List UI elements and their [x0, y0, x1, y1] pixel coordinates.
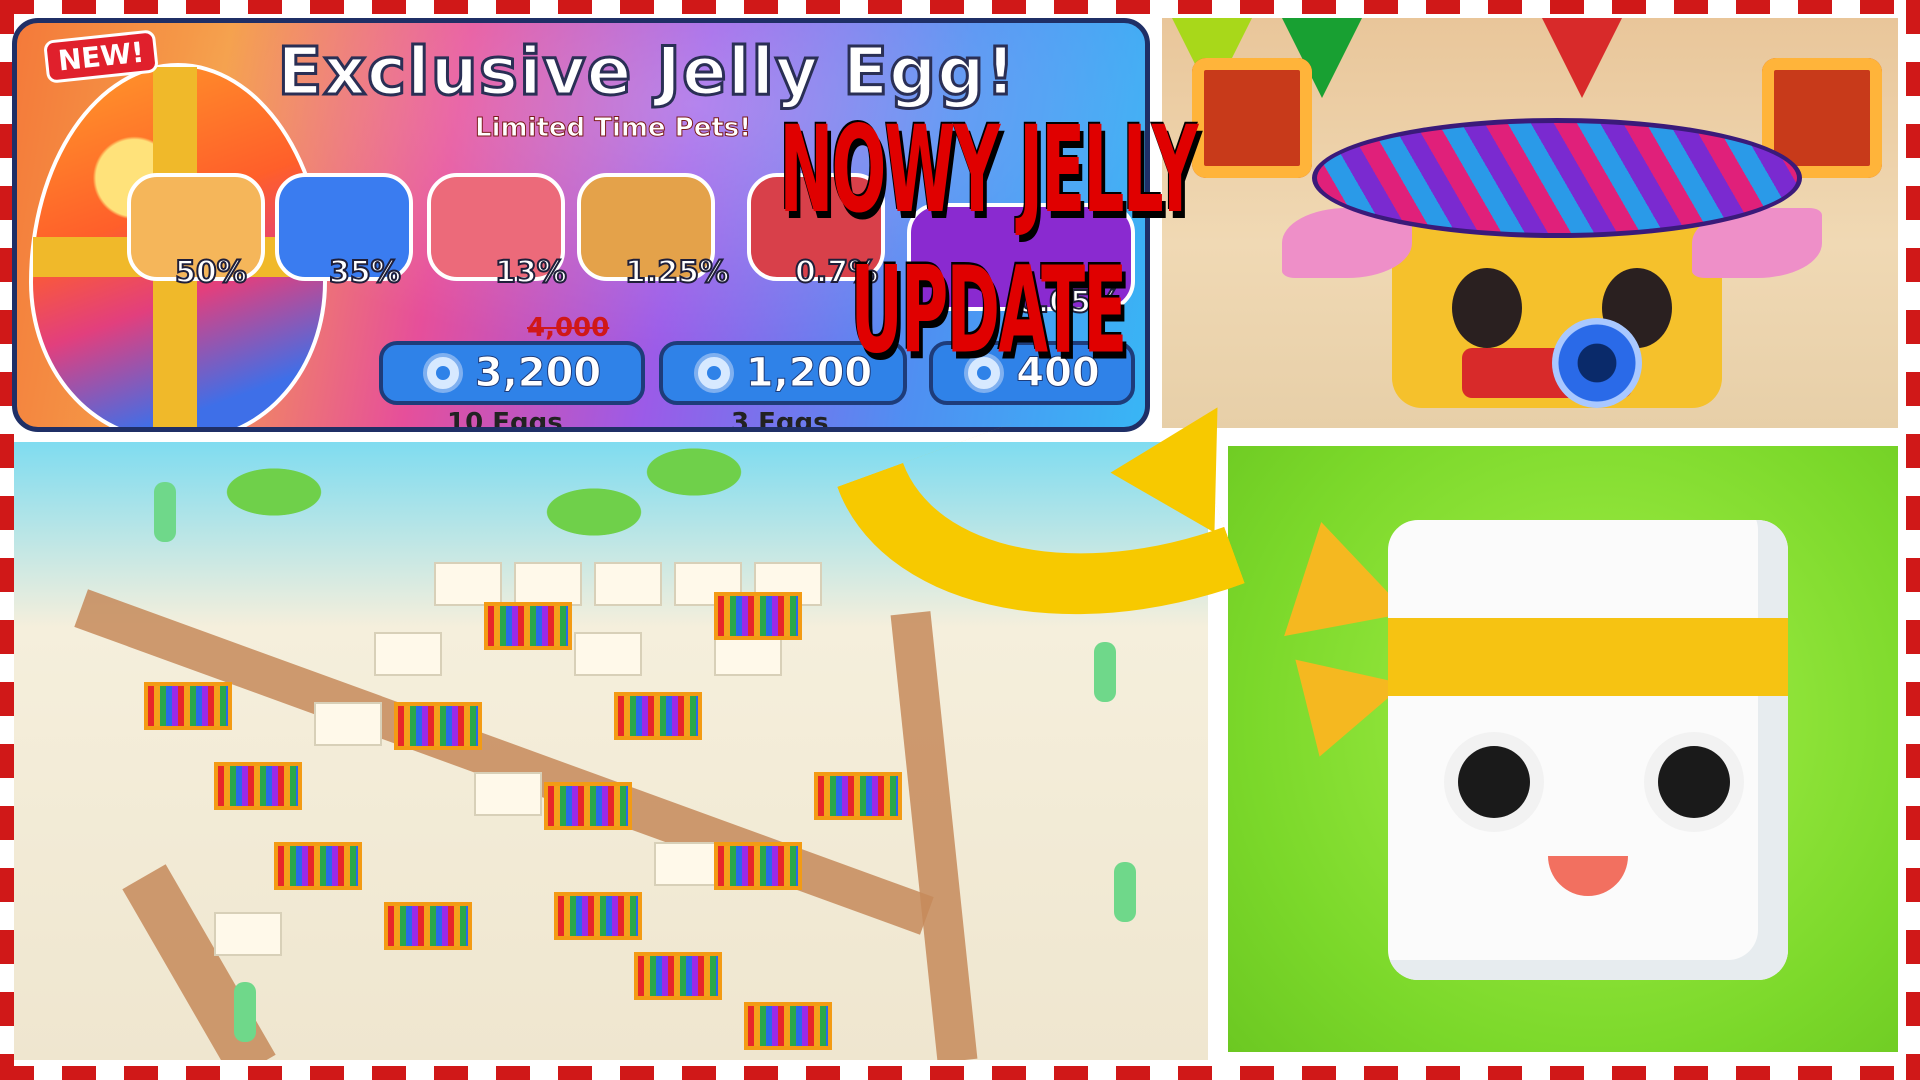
bunting-flag: [1542, 18, 1622, 98]
serape-rug: [634, 952, 722, 1000]
serape-rug: [394, 702, 482, 750]
buy-10-eggs-button[interactable]: 3,200: [379, 341, 645, 405]
headline-title: NOWY JELLY UPDATE: [779, 99, 1198, 381]
serape-rug: [274, 842, 362, 890]
serape-rug: [144, 682, 232, 730]
cactus: [234, 982, 256, 1042]
frame-top-border: [0, 0, 1920, 14]
white-cube-pet: [1388, 520, 1788, 980]
cactus: [154, 482, 176, 542]
sand-tile: [474, 772, 542, 816]
trumpet-icon: [1552, 318, 1642, 408]
serape-rug: [744, 1002, 832, 1050]
palm-tree: [534, 482, 654, 542]
frame-right-border: [1906, 0, 1920, 1080]
palm-tree: [214, 462, 334, 522]
cube-pet-scene: [1228, 446, 1898, 1052]
price-value: 3,200: [474, 350, 602, 397]
pet-chance-1: 50%: [174, 254, 248, 291]
pet-eye: [1458, 746, 1530, 818]
dirt-path: [890, 611, 978, 1060]
egg-count-label-3: 3 Eggs: [731, 408, 829, 432]
serape-rug: [714, 592, 802, 640]
old-price: 4,000: [527, 313, 610, 343]
offer-title: Exclusive Jelly Egg!: [276, 32, 1017, 112]
serape-rug: [544, 782, 632, 830]
serape-rug: [814, 772, 902, 820]
sand-tile: [654, 842, 722, 886]
pet-eye: [1658, 746, 1730, 818]
pet-eye: [1452, 268, 1522, 348]
serape-rug: [484, 602, 572, 650]
sand-tile: [434, 562, 502, 606]
sand-tile: [374, 632, 442, 676]
cactus: [1094, 642, 1116, 702]
sand-tile: [314, 702, 382, 746]
serape-rug: [714, 842, 802, 890]
pet-chance-3: 13%: [494, 254, 568, 291]
sand-tile: [594, 562, 662, 606]
diamond-coin-icon: [422, 353, 463, 393]
serape-rug: [614, 692, 702, 740]
serape-rug: [554, 892, 642, 940]
egg-count-label-10: 10 Eggs: [447, 408, 563, 432]
pet-chance-2: 35%: [328, 254, 402, 291]
cactus: [1114, 862, 1136, 922]
sand-tile: [574, 632, 642, 676]
serape-rug: [384, 902, 472, 950]
yellow-headband: [1388, 618, 1788, 696]
serape-rug: [214, 762, 302, 810]
sombrero-hat: [1312, 118, 1802, 238]
sand-tile: [214, 912, 282, 956]
sand-tile: [514, 562, 582, 606]
frame-bottom-border: [0, 1066, 1920, 1080]
